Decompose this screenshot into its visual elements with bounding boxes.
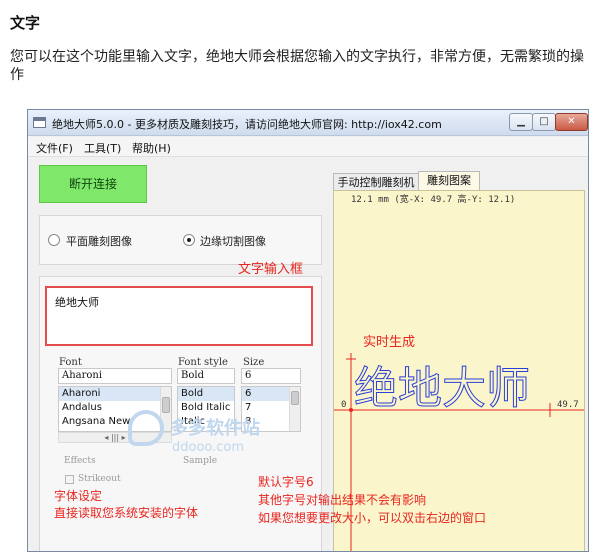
axis-zero-label: 0 — [341, 400, 346, 410]
font-field[interactable]: Aharoni — [58, 368, 172, 384]
article-paragraph: 您可以在这个功能里输入文字，绝地大师会根据您输入的文字执行，非常方便，无需繁琐的… — [10, 49, 584, 83]
engraved-text: 绝地大师 — [354, 363, 530, 414]
article-heading: 文字 — [10, 14, 41, 32]
radio-edge-cut-label[interactable]: 边缘切割图像 — [200, 233, 266, 249]
menu-file[interactable]: 文件(F) — [36, 140, 73, 156]
scroll-thumb[interactable] — [162, 397, 170, 413]
radio-edge-cut[interactable] — [183, 234, 195, 246]
axis-max-label: 49.7 — [557, 400, 579, 410]
connect-button[interactable]: 断开连接 — [39, 165, 147, 203]
annotation-default-size-2: 其他字号对输出结果不会有影响 — [258, 493, 427, 507]
size-list-scrollbar[interactable] — [289, 387, 300, 431]
list-item[interactable]: Bold Italic — [178, 401, 234, 415]
watermark-text: 多多软件站 — [170, 418, 260, 439]
annotation-default-size-3: 如果您想要更改大小，可以双击右边的窗口 — [258, 511, 487, 525]
menu-bar: 文件(F) 工具(T) 帮助(H) — [28, 137, 588, 157]
size-label: Size — [243, 357, 265, 368]
menu-tools[interactable]: 工具(T) — [84, 140, 121, 156]
annotation-realtime: 实时生成 — [363, 335, 416, 350]
watermark-url: ddooo.com — [172, 440, 245, 455]
close-button[interactable]: ✕ — [555, 113, 588, 131]
radio-flat-engrave[interactable] — [48, 234, 60, 246]
effects-label: Effects — [64, 456, 96, 466]
menu-help[interactable]: 帮助(H) — [132, 140, 171, 156]
scroll-thumb[interactable] — [291, 391, 299, 405]
origin-point — [349, 408, 353, 412]
list-item[interactable]: Aharoni — [59, 387, 171, 401]
watermark-logo — [128, 410, 164, 446]
strikeout-label: Strikeout — [78, 474, 121, 484]
text-input[interactable]: 绝地大师 — [45, 286, 313, 346]
list-item[interactable]: Bold — [178, 387, 234, 401]
font-style-label: Font style — [178, 357, 228, 368]
sample-label: Sample — [183, 456, 218, 466]
annotation-font-setting-2: 直接读取您系统安装的字体 — [54, 506, 199, 520]
title-bar: 绝地大师5.0.0 - 更多材质及雕刻技巧，请访问绝地大师官网: http://… — [28, 110, 588, 136]
font-style-field[interactable]: Bold — [177, 368, 235, 384]
annotation-text-input-box: 文字输入框 — [238, 262, 304, 277]
maximize-button[interactable]: □ — [532, 113, 556, 131]
annotation-font-setting-1: 字体设定 — [54, 489, 103, 503]
tab-manual-control[interactable]: 手动控制雕刻机 — [333, 173, 419, 191]
strikeout-checkbox[interactable] — [65, 475, 74, 484]
annotation-default-size-1: 默认字号6 — [258, 475, 314, 489]
size-field[interactable]: 6 — [241, 368, 301, 384]
font-label: Font — [59, 357, 82, 368]
window-title: 绝地大师5.0.0 - 更多材质及雕刻技巧，请访问绝地大师官网: http://… — [52, 118, 442, 131]
tab-engrave-pattern[interactable]: 雕刻图案 — [418, 171, 480, 191]
app-icon — [33, 117, 46, 128]
radio-flat-engrave-label[interactable]: 平面雕刻图像 — [66, 233, 132, 249]
minimize-button[interactable]: ▁ — [509, 113, 533, 131]
